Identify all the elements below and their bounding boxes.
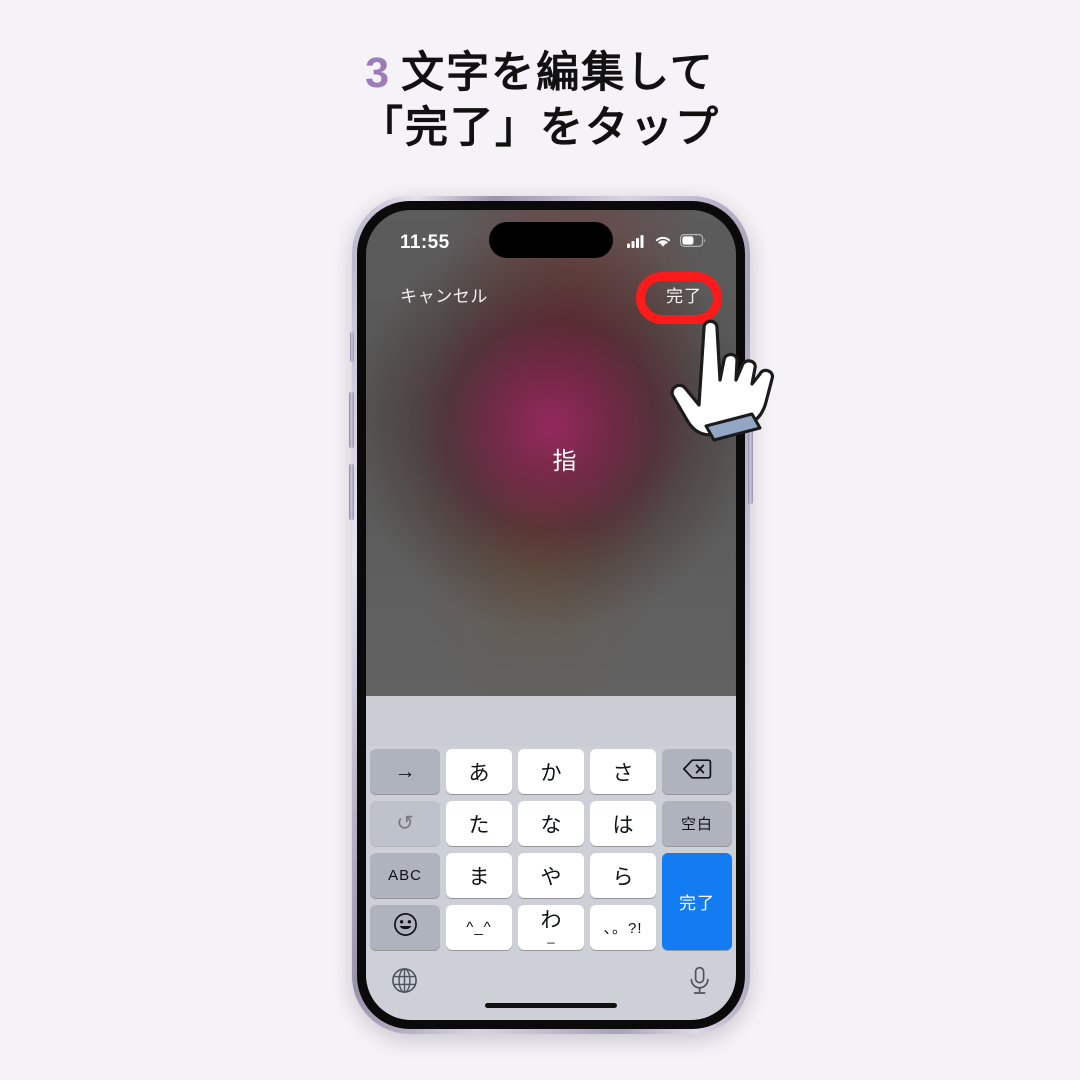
done-button[interactable]: 完了 — [666, 282, 702, 307]
key-label: か — [540, 761, 562, 785]
key-ya[interactable]: や — [518, 853, 584, 898]
text-edit-field[interactable]: 指 — [474, 406, 656, 510]
key-ta[interactable]: た — [446, 801, 512, 846]
keyboard-bottom-row — [366, 962, 736, 1020]
kana-row-4: ^_^ わ _ 、。?! — [446, 905, 656, 950]
title-line-2: 「完了」をタップ — [360, 104, 720, 153]
key-label: や — [540, 865, 562, 889]
key-label: さ — [612, 761, 634, 785]
status-icons — [627, 234, 706, 253]
key-ha[interactable]: は — [590, 801, 656, 846]
key-sublabel: _ — [547, 928, 555, 944]
key-kaomoji[interactable]: ^_^ — [446, 905, 512, 950]
arrow-right-icon: → — [394, 759, 416, 783]
key-emoji[interactable] — [370, 905, 440, 950]
kana-row-2: た な は — [446, 801, 656, 846]
wifi-icon — [654, 234, 672, 253]
keyboard-left-column: → ↺ ABC — [370, 749, 440, 950]
home-indicator — [485, 1003, 617, 1008]
volume-up-button[interactable] — [349, 392, 354, 448]
emoji-face-icon — [393, 912, 418, 943]
keyboard-center-columns: あ か さ た な は ま や ら ^_^ わ _ 、。?! — [446, 749, 656, 950]
key-label: ら — [612, 865, 634, 889]
key-label: わ — [540, 908, 562, 932]
keyboard-right-column: 空白 完了 — [662, 749, 732, 950]
key-return-done[interactable]: 完了 — [662, 853, 732, 950]
instruction-title: 3 文字を編集して 「完了」をタップ — [0, 46, 1080, 156]
key-abc[interactable]: ABC — [370, 853, 440, 898]
key-label: ま — [468, 865, 490, 889]
keyboard-main-grid: → ↺ ABC あ か さ た な は ま や ら ^_^ わ _ 、。?! 空… — [370, 749, 732, 950]
key-sa[interactable]: さ — [590, 749, 656, 794]
key-punctuation[interactable]: 、。?! — [590, 905, 656, 950]
key-undo[interactable]: ↺ — [370, 801, 440, 846]
cancel-button[interactable]: キャンセル — [400, 282, 488, 307]
status-time: 11:55 — [400, 232, 450, 253]
silent-switch[interactable] — [350, 332, 354, 362]
key-label: な — [540, 813, 562, 837]
key-label: た — [468, 813, 490, 837]
step-number: 3 — [365, 49, 392, 97]
text-edit-value: 指 — [552, 447, 578, 475]
microphone-icon[interactable] — [687, 966, 712, 1001]
key-space[interactable]: 空白 — [662, 801, 732, 846]
key-label: 、。?! — [603, 920, 643, 937]
predictive-text-bar[interactable] — [366, 696, 736, 746]
key-ma[interactable]: ま — [446, 853, 512, 898]
kana-row-1: あ か さ — [446, 749, 656, 794]
key-label: あ — [468, 761, 490, 785]
key-cursor-right[interactable]: → — [370, 749, 440, 794]
undo-arrow-icon: ↺ — [396, 812, 414, 835]
pointing-hand-cursor — [668, 310, 792, 442]
volume-down-button[interactable] — [349, 464, 354, 520]
title-text-1: 文字を編集して — [401, 49, 715, 97]
globe-icon[interactable] — [390, 966, 419, 1000]
delete-backspace-icon — [682, 758, 712, 786]
abc-label: ABC — [388, 867, 422, 884]
key-wa[interactable]: わ _ — [518, 905, 584, 950]
key-label: 空白 — [680, 816, 713, 833]
keyboard-keys: → ↺ ABC あ か さ た な は ま や ら ^_^ わ _ 、。?! 空… — [366, 746, 736, 950]
key-delete[interactable] — [662, 749, 732, 794]
key-na[interactable]: な — [518, 801, 584, 846]
title-line-1: 3 文字を編集して — [0, 46, 1080, 101]
key-label: は — [612, 813, 634, 837]
kana-row-3: ま や ら — [446, 853, 656, 898]
japanese-kana-keyboard: → ↺ ABC あ か さ た な は ま や ら ^_^ わ _ 、。?! 空… — [366, 696, 736, 1020]
key-label: ^_^ — [466, 919, 492, 936]
cellular-bars-icon — [627, 234, 646, 253]
key-ka[interactable]: か — [518, 749, 584, 794]
battery-icon — [680, 234, 706, 252]
key-label: 完了 — [679, 894, 715, 913]
dynamic-island — [489, 222, 613, 258]
key-a[interactable]: あ — [446, 749, 512, 794]
key-ra[interactable]: ら — [590, 853, 656, 898]
